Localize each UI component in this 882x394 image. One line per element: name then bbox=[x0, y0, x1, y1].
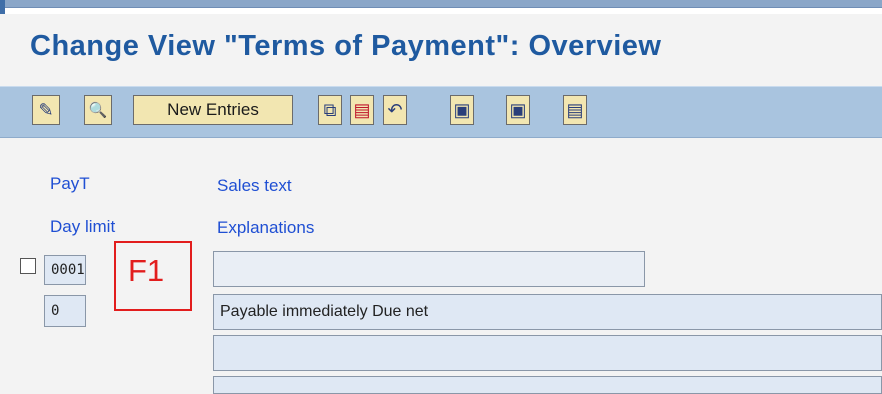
day-limit-field[interactable]: 0 bbox=[44, 295, 86, 327]
select-all-icon: ▣ bbox=[453, 100, 471, 120]
deselect-all-button[interactable]: ▤ bbox=[563, 95, 587, 125]
copy-button[interactable]: ⧉ bbox=[318, 95, 342, 125]
magnify-icon: 🔍 bbox=[88, 101, 108, 119]
undo-icon: ↶ bbox=[387, 100, 403, 120]
column-header-sales-text: Sales text bbox=[217, 176, 292, 195]
row-select-checkbox[interactable] bbox=[20, 258, 36, 274]
select-block-button[interactable]: ▣ bbox=[506, 95, 530, 125]
new-entries-button[interactable]: New Entries bbox=[133, 95, 293, 125]
column-header-day-limit: Day limit bbox=[50, 217, 116, 236]
application-toolbar: ✎ 🔍 New Entries ⧉ ▤ ↶ ▣ ▣ ▤ bbox=[0, 86, 882, 138]
payt-field[interactable]: 0001 bbox=[44, 255, 86, 285]
column-header-explanations: Explanations bbox=[217, 218, 315, 237]
window-left-mark bbox=[0, 0, 5, 14]
window-top-accent bbox=[0, 0, 882, 8]
delete-button[interactable]: ▤ bbox=[350, 95, 374, 125]
display-change-button[interactable]: ✎ bbox=[32, 95, 60, 125]
page-title: Change View "Terms of Payment": Overview bbox=[30, 30, 662, 62]
undo-button[interactable]: ↶ bbox=[383, 95, 407, 125]
explanation-line-2[interactable] bbox=[213, 335, 882, 371]
select-all-button[interactable]: ▣ bbox=[450, 95, 474, 125]
select-block-icon: ▣ bbox=[509, 100, 527, 120]
magnify-button[interactable]: 🔍 bbox=[84, 95, 112, 125]
deselect-all-icon: ▤ bbox=[566, 100, 584, 120]
display-change-icon: ✎ bbox=[38, 100, 54, 120]
f1-help-callout: F1 bbox=[114, 241, 192, 311]
explanation-line-1[interactable]: Payable immediately Due net bbox=[213, 294, 882, 330]
sales-text-field[interactable] bbox=[213, 251, 645, 287]
column-header-payt: PayT bbox=[50, 174, 90, 193]
copy-icon: ⧉ bbox=[323, 100, 337, 120]
window-top-bar bbox=[0, 0, 882, 14]
delete-icon: ▤ bbox=[353, 100, 371, 120]
explanation-line-3[interactable] bbox=[213, 376, 882, 394]
